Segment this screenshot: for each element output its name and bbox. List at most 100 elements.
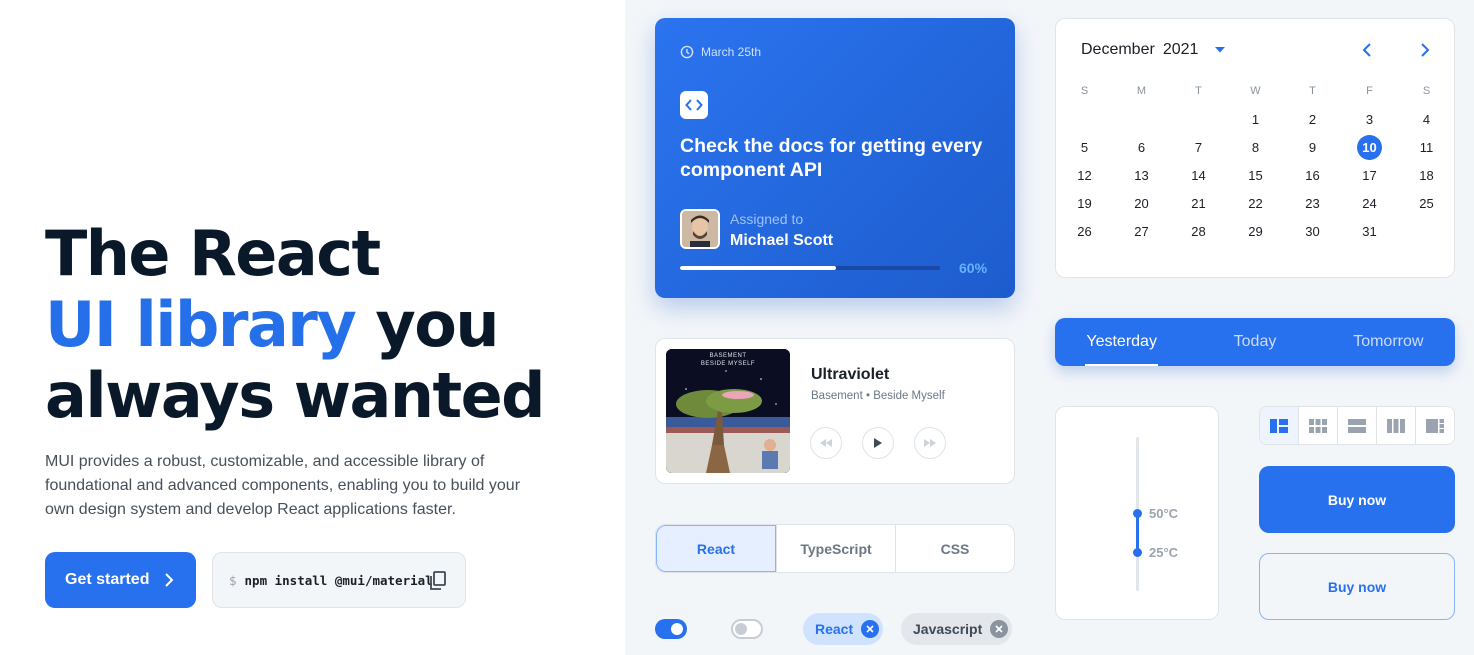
get-started-button[interactable]: Get started xyxy=(45,552,196,608)
get-started-label: Get started xyxy=(65,571,150,588)
chip-javascript[interactable]: Javascript xyxy=(901,613,1013,645)
calendar-day[interactable]: 22 xyxy=(1227,196,1284,211)
view-sidebar-button[interactable] xyxy=(1415,407,1454,444)
calendar-weekday: F xyxy=(1366,85,1373,97)
view-agenda-button[interactable] xyxy=(1337,407,1376,444)
caret-down-icon[interactable] xyxy=(1214,46,1226,54)
switch-on[interactable] xyxy=(655,619,687,639)
avatar xyxy=(680,209,720,249)
view-quilt-button[interactable] xyxy=(1260,407,1298,444)
calendar-day[interactable]: 17 xyxy=(1341,168,1398,183)
npm-install-snippet[interactable]: $ npm install @mui/material xyxy=(212,552,466,608)
rewind-icon xyxy=(820,439,832,447)
rewind-button[interactable] xyxy=(810,427,842,459)
hero-title-highlight: UI library xyxy=(45,288,357,361)
calendar-day[interactable]: 7 xyxy=(1170,140,1227,155)
album-text-1: BASEMENT xyxy=(709,353,747,359)
song-artist: Basement • Beside Myself xyxy=(811,390,945,402)
play-icon xyxy=(874,438,882,448)
calendar-day[interactable]: 29 xyxy=(1227,224,1284,239)
calendar-weekday: S xyxy=(1080,85,1089,97)
play-button[interactable] xyxy=(862,427,894,459)
calendar-day[interactable]: 27 xyxy=(1113,224,1170,239)
calendar-day[interactable]: 6 xyxy=(1113,140,1170,155)
toggle-react[interactable]: React xyxy=(656,525,776,572)
calendar-day[interactable]: 3 xyxy=(1341,112,1398,127)
album-cover: BASEMENT BESIDE MYSELF xyxy=(666,349,790,473)
calendar-day[interactable]: 31 xyxy=(1341,224,1398,239)
calendar-weekday: S xyxy=(1422,85,1431,97)
calendar-day[interactable]: 24 xyxy=(1341,196,1398,211)
calendar-day[interactable]: 30 xyxy=(1284,224,1341,239)
hero-title-line1: The React xyxy=(45,217,381,290)
calendar-day[interactable]: 2 xyxy=(1284,112,1341,127)
album-text-2: BESIDE MYSELF xyxy=(700,361,756,367)
calendar-day[interactable]: 23 xyxy=(1284,196,1341,211)
slider-thumb-low[interactable] xyxy=(1133,548,1142,557)
chevron-right-icon xyxy=(165,573,174,587)
calendar-day[interactable]: 26 xyxy=(1056,224,1113,239)
calendar-week-row: 5 6 7 8 9 10 11 xyxy=(1056,133,1456,161)
view-module-button[interactable] xyxy=(1298,407,1337,444)
calendar-day[interactable]: 11 xyxy=(1398,140,1455,155)
calendar-day[interactable]: 1 xyxy=(1227,112,1284,127)
calendar-day[interactable]: 4 xyxy=(1398,112,1455,127)
calendar-day[interactable]: 25 xyxy=(1398,196,1455,211)
calendar-weekday: T xyxy=(1195,85,1202,97)
task-card: March 25th Check the docs for getting ev… xyxy=(655,18,1015,298)
calendar-selected-day[interactable]: 10 xyxy=(1357,134,1382,160)
close-icon[interactable] xyxy=(861,620,880,638)
calendar-day[interactable]: 15 xyxy=(1227,168,1284,183)
calendar-day[interactable]: 10 xyxy=(1341,134,1398,160)
hero-title: The React UI library you always wanted xyxy=(45,217,546,431)
calendar-day[interactable]: 9 xyxy=(1284,140,1341,155)
temperature-slider-card: 50°C 25°C xyxy=(1055,406,1219,620)
calendar-day[interactable]: 18 xyxy=(1398,168,1455,183)
calendar-week-row: 19 20 21 22 23 24 25 xyxy=(1056,189,1456,217)
view-quilt-icon xyxy=(1270,418,1288,433)
calendar-day[interactable]: 20 xyxy=(1113,196,1170,211)
calendar-weekday-row: SMTWTFS xyxy=(1056,77,1456,105)
hero-section: The React UI library you always wanted M… xyxy=(0,0,625,655)
tab-today[interactable]: Today xyxy=(1188,318,1321,366)
calendar-week-row: 12 13 14 15 16 17 18 xyxy=(1056,161,1456,189)
switch-off[interactable] xyxy=(731,619,763,639)
fast-forward-button[interactable] xyxy=(914,427,946,459)
calendar-week-row: 26 27 28 29 30 31 xyxy=(1056,217,1456,245)
npm-prompt: $ xyxy=(229,572,237,588)
slider-label-low: 25°C xyxy=(1149,545,1179,560)
calendar-day[interactable]: 19 xyxy=(1056,196,1113,211)
npm-command: npm install @mui/material xyxy=(244,572,433,588)
buy-now-outlined-button[interactable]: Buy now xyxy=(1259,553,1455,620)
song-title: Ultraviolet xyxy=(811,366,890,383)
calendar-day[interactable]: 5 xyxy=(1056,140,1113,155)
slider-thumb-high[interactable] xyxy=(1133,509,1142,518)
view-week-button[interactable] xyxy=(1376,407,1415,444)
calendar-header[interactable]: December 2021 xyxy=(1081,41,1226,59)
copy-icon[interactable] xyxy=(429,571,447,591)
calendar-day[interactable]: 8 xyxy=(1227,140,1284,155)
tab-yesterday[interactable]: Yesterday xyxy=(1055,318,1188,366)
calendar-day[interactable]: 12 xyxy=(1056,168,1113,183)
calendar-day[interactable]: 13 xyxy=(1113,168,1170,183)
chevron-left-icon[interactable] xyxy=(1360,41,1374,59)
calendar-day[interactable]: 21 xyxy=(1170,196,1227,211)
toggle-css[interactable]: CSS xyxy=(895,525,1014,572)
date-calendar: December 2021 S M T W T F S 1 2 3 4 5 6 7 8 9 10 11 12 13 14… xyxy=(1055,18,1455,278)
calendar-day[interactable]: 16 xyxy=(1284,168,1341,183)
task-date: March 25th xyxy=(680,45,761,59)
tab-tomorrow[interactable]: Tomorrow xyxy=(1322,318,1455,366)
calendar-day[interactable]: 14 xyxy=(1170,168,1227,183)
view-toggle-group xyxy=(1259,406,1455,445)
calendar-day[interactable]: 28 xyxy=(1170,224,1227,239)
buy-now-contained-button[interactable]: Buy now xyxy=(1259,466,1455,533)
calendar-weekday: T xyxy=(1309,85,1316,97)
assigned-label: Assigned to xyxy=(730,211,804,227)
chip-react[interactable]: React xyxy=(803,613,884,645)
toggle-typescript[interactable]: TypeScript xyxy=(776,525,895,572)
task-date-text: March 25th xyxy=(701,45,762,59)
language-toggle-group: React TypeScript CSS xyxy=(655,524,1015,573)
close-icon[interactable] xyxy=(990,620,1009,638)
chip-javascript-label: Javascript xyxy=(913,621,983,637)
chevron-right-icon[interactable] xyxy=(1418,41,1432,59)
